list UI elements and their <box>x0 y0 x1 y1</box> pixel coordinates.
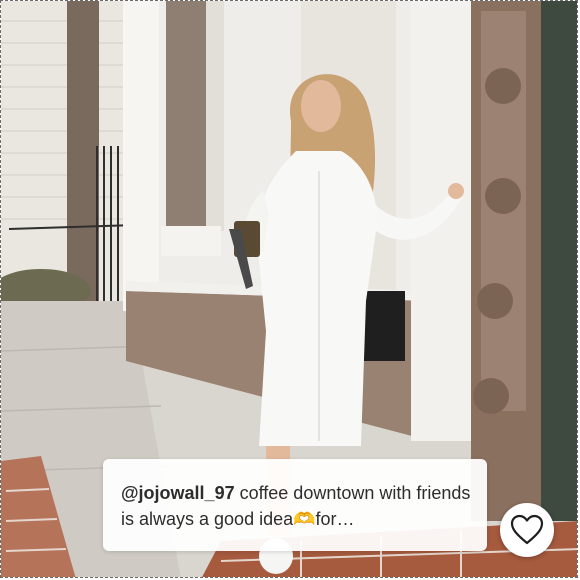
post-caption[interactable]: @jojowall_97 coffee downtown with friend… <box>103 459 487 551</box>
username-link[interactable]: @jojowall_97 <box>121 483 235 503</box>
like-button[interactable] <box>500 503 554 557</box>
post-card: @jojowall_97 coffee downtown with friend… <box>0 0 578 578</box>
heart-outline-icon <box>510 514 544 545</box>
